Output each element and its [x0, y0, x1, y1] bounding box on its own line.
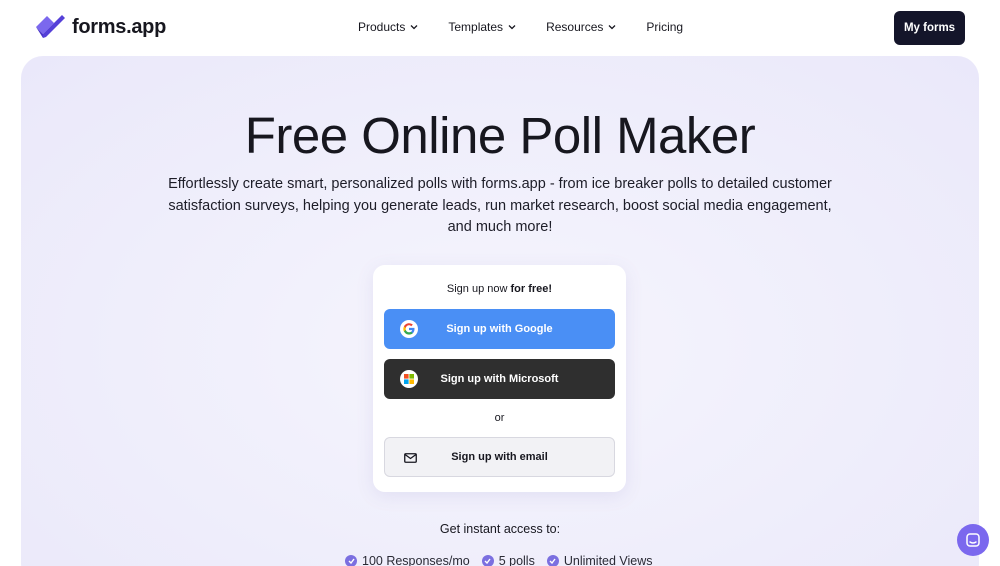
logo[interactable]: forms.app: [34, 14, 166, 40]
feature-label: 5 polls: [498, 554, 535, 566]
forms-app-logo-icon: [36, 15, 65, 38]
microsoft-icon: [400, 370, 418, 388]
signup-email-button[interactable]: Sign up with email: [384, 437, 615, 477]
signup-card: Sign up now for free! Sign up with Googl…: [373, 265, 626, 492]
signup-google-button[interactable]: Sign up with Google: [384, 309, 615, 349]
or-divider: or: [494, 412, 505, 424]
chevron-down-icon: [508, 25, 516, 30]
feature-item: 100 Responses/mo: [345, 554, 470, 566]
feature-item: 5 polls: [481, 554, 535, 566]
check-circle-icon: [481, 555, 494, 566]
signup-heading-bold: for free!: [510, 283, 553, 295]
my-forms-button[interactable]: My forms: [894, 11, 965, 45]
chat-icon: [966, 533, 980, 547]
nav-resources[interactable]: Resources: [546, 20, 616, 34]
signup-heading: Sign up now for free!: [373, 283, 626, 295]
feature-list: 100 Responses/mo 5 polls Unlimited Views: [345, 554, 665, 566]
page-subtitle: Effortlessly create smart, personalized …: [168, 176, 832, 235]
nav-label: Pricing: [646, 20, 684, 34]
nav-label: Products: [358, 20, 406, 34]
page-title: Free Online Poll Maker: [244, 107, 756, 164]
google-icon: [400, 320, 418, 338]
nav-templates[interactable]: Templates: [448, 20, 516, 34]
feature-item: Unlimited Views: [546, 554, 653, 566]
chevron-down-icon: [608, 25, 616, 30]
check-circle-icon: [345, 555, 357, 566]
nav-products[interactable]: Products: [358, 20, 418, 34]
main-nav: Products Templates Resources Pricing: [358, 20, 683, 34]
signup-microsoft-label: Sign up with Microsoft: [440, 373, 559, 385]
mail-icon: [401, 449, 419, 467]
nav-pricing[interactable]: Pricing: [646, 20, 683, 34]
access-heading: Get instant access to:: [439, 522, 561, 536]
nav-label: Resources: [546, 20, 604, 34]
nav-label: Templates: [448, 20, 504, 34]
chat-widget-button[interactable]: [957, 524, 989, 556]
check-circle-icon: [546, 555, 559, 566]
feature-label: Unlimited Views: [563, 554, 653, 566]
signup-email-label: Sign up with email: [451, 451, 548, 463]
signup-microsoft-button[interactable]: Sign up with Microsoft: [384, 359, 615, 399]
logo-text: forms.app: [72, 15, 166, 38]
chevron-down-icon: [410, 25, 418, 30]
signup-heading-prefix: Sign up now: [446, 283, 511, 295]
site-header: forms.app Products Templates Resources P…: [0, 0, 1000, 56]
feature-label: 100 Responses/mo: [362, 554, 470, 566]
signup-google-label: Sign up with Google: [446, 323, 553, 335]
